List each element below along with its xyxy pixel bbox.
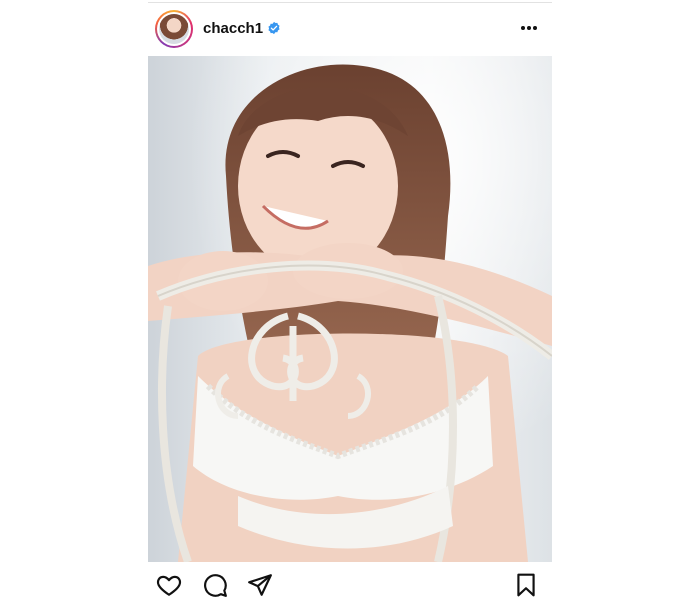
username[interactable]: chacch1: [203, 20, 263, 37]
avatar[interactable]: [159, 14, 189, 44]
bookmark-icon: [517, 573, 535, 597]
heart-icon: [156, 575, 182, 596]
post-actions: [148, 568, 552, 600]
post-header: chacch1: [148, 4, 552, 54]
divider: [148, 2, 552, 3]
more-horizontal-icon: [521, 26, 537, 30]
instagram-post: chacch1: [148, 0, 552, 600]
verified-badge-icon: [268, 21, 280, 35]
comment-icon: [204, 574, 227, 597]
story-ring[interactable]: [155, 10, 193, 48]
comment-button[interactable]: [202, 572, 228, 598]
share-button[interactable]: [247, 572, 273, 598]
photo-illustration: [148, 56, 552, 562]
paper-plane-icon: [248, 574, 272, 596]
save-button[interactable]: [513, 572, 539, 598]
like-button[interactable]: [156, 572, 182, 598]
more-options-button[interactable]: [514, 18, 544, 38]
post-photo[interactable]: [148, 56, 552, 562]
